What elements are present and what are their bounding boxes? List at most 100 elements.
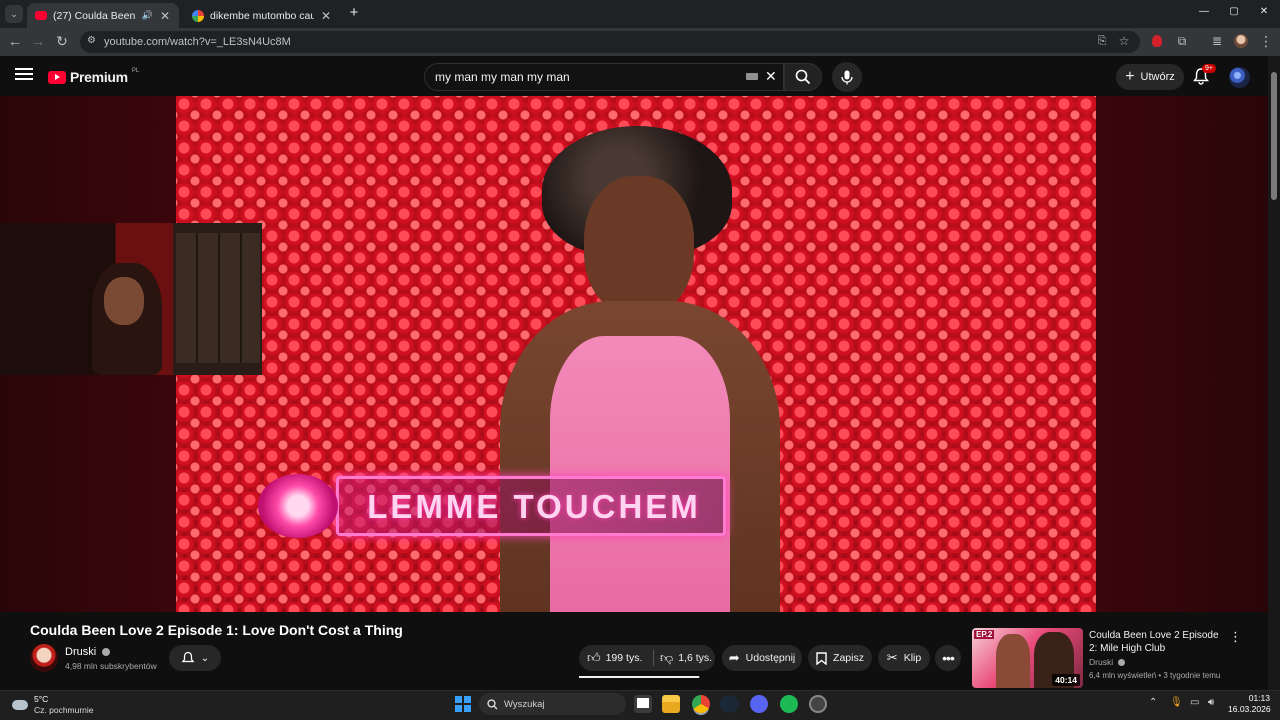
- episode-badge: EP.2: [974, 630, 995, 639]
- file-explorer-icon[interactable]: [662, 695, 680, 713]
- youtube-premium-logo[interactable]: Premium PL: [48, 68, 139, 86]
- recommendation-channel[interactable]: Druski: [1089, 657, 1126, 667]
- more-actions-button[interactable]: •••: [935, 645, 961, 671]
- recording-app-icon[interactable]: [809, 695, 827, 713]
- account-avatar[interactable]: [1229, 67, 1250, 88]
- microphone-icon: [841, 70, 853, 84]
- steam-icon[interactable]: [720, 695, 738, 713]
- notifications-bell-icon[interactable]: 9+: [1192, 64, 1216, 85]
- profile-avatar[interactable]: [1230, 30, 1252, 52]
- extension-red-icon[interactable]: [1146, 30, 1168, 52]
- browser-menu-icon[interactable]: ⋮: [1255, 30, 1277, 52]
- discord-icon[interactable]: [750, 695, 768, 713]
- forward-arrow-icon[interactable]: →: [27, 30, 49, 52]
- clock[interactable]: 01:13 16.03.2026: [1228, 693, 1271, 715]
- video-duration: 40:14: [1052, 674, 1080, 686]
- speaker-icon[interactable]: 🔊: [142, 10, 153, 21]
- search-button[interactable]: [784, 63, 822, 91]
- verified-badge-icon: [102, 648, 111, 657]
- microphone-tray-icon[interactable]: 🎙︎: [1170, 697, 1183, 708]
- taskbar-search-placeholder: Wyszukaj: [504, 698, 545, 710]
- url-text: youtube.com/watch?v=_LE3sN4Uc8M: [104, 36, 291, 48]
- weather-temp: 5°C: [34, 694, 49, 704]
- close-window-button[interactable]: ✕: [1256, 6, 1272, 17]
- like-ratio-bar: [579, 676, 700, 678]
- search-icon: [487, 698, 498, 709]
- page-scrollbar-thumb[interactable]: [1271, 72, 1277, 200]
- recommendation-meta: 6,4 mln wyświetleń • 3 tygodnie temu: [1089, 671, 1221, 680]
- tab-youtube-video[interactable]: (27) Coulda Been Love 2 Ep 🔊 ✕: [27, 3, 179, 28]
- scissors-icon: ✂: [886, 650, 898, 665]
- share-button[interactable]: ➦ Udostępnij: [722, 645, 802, 671]
- plus-icon: +: [1125, 68, 1135, 85]
- recommendation-title[interactable]: Coulda Been Love 2 Episode 2: Mile High …: [1089, 629, 1229, 655]
- tray-overflow-chevron-icon[interactable]: ⌃: [1149, 697, 1157, 708]
- logo-region: PL: [131, 68, 140, 74]
- save-label: Zapisz: [833, 652, 864, 664]
- cloud-weather-icon: [12, 700, 28, 710]
- create-label: Utwórz: [1140, 71, 1175, 83]
- webcam-overlay: [0, 223, 262, 375]
- google-favicon-icon: [192, 9, 204, 22]
- like-divider: [653, 650, 654, 666]
- cast-install-icon[interactable]: ⎘: [1091, 30, 1113, 52]
- like-dislike-group: 👍︎ 199 tys. 👎︎ 1,6 tys.: [579, 645, 715, 671]
- subscribed-notifications-button[interactable]: ⌄: [169, 645, 221, 671]
- share-label: Udostępnij: [745, 652, 796, 664]
- heart-arrow-logo-icon: [258, 474, 338, 538]
- verified-badge-icon: [1118, 659, 1126, 667]
- bell-icon: [181, 651, 195, 663]
- clip-button[interactable]: ✂ Klip: [878, 645, 930, 671]
- site-info-icon[interactable]: ⚙: [87, 35, 96, 46]
- like-count: 199 tys.: [605, 652, 643, 664]
- search-icon: [795, 69, 811, 85]
- chrome-icon[interactable]: [692, 695, 710, 713]
- bookmark-star-icon[interactable]: ☆: [1113, 30, 1135, 52]
- tab-close-icon[interactable]: ✕: [159, 9, 171, 23]
- like-button[interactable]: 👍︎ 199 tys.: [587, 650, 653, 666]
- thumbs-down-icon: 👎︎: [660, 650, 674, 665]
- tab-title: (27) Coulda Been Love 2 Ep: [53, 9, 136, 22]
- voice-search-button[interactable]: [832, 62, 862, 92]
- back-arrow-icon[interactable]: ←: [4, 30, 26, 52]
- guide-menu-icon[interactable]: [15, 68, 33, 80]
- logo-text: Premium: [70, 69, 128, 85]
- volume-tray-icon[interactable]: 🔊︎: [1208, 697, 1214, 708]
- save-button[interactable]: Zapisz: [808, 645, 872, 671]
- clear-search-icon[interactable]: ✕: [765, 68, 777, 85]
- create-button[interactable]: + Utwórz: [1116, 64, 1184, 90]
- maximize-button[interactable]: ▢: [1226, 6, 1242, 17]
- recommendation-menu-icon[interactable]: ⋮: [1229, 629, 1242, 645]
- weather-widget[interactable]: 5°C Cz. pochmurnie: [12, 692, 94, 718]
- reading-list-icon[interactable]: ≣: [1206, 30, 1228, 52]
- new-tab-button[interactable]: +: [345, 4, 363, 22]
- dislike-button[interactable]: 👎︎ 1,6 tys.: [660, 650, 712, 666]
- notification-badge: 9+: [1202, 64, 1216, 73]
- extensions-puzzle-icon[interactable]: ⧉: [1171, 30, 1193, 52]
- channel-name[interactable]: Druski: [65, 646, 111, 658]
- spotify-icon[interactable]: [780, 695, 798, 713]
- chevron-down-icon: ⌄: [200, 652, 210, 664]
- recommendation-thumbnail[interactable]: EP.2 40:14: [972, 628, 1083, 688]
- task-view-icon[interactable]: [634, 695, 652, 713]
- windows-start-icon[interactable]: [455, 696, 471, 712]
- search-value: my man my man my man: [435, 70, 570, 84]
- banner-text: LEMME TOUCHEM: [367, 488, 701, 525]
- tab-google-search[interactable]: dikembe mutombo cause of de ✕: [184, 3, 340, 28]
- network-tray-icon[interactable]: ▭: [1190, 697, 1199, 708]
- minimize-button[interactable]: —: [1196, 6, 1212, 17]
- dislike-count: 1,6 tys.: [678, 652, 713, 664]
- youtube-favicon-icon: [35, 11, 47, 20]
- tab-search-button[interactable]: ⌄: [5, 5, 23, 23]
- clip-label: Klip: [903, 652, 922, 664]
- search-input[interactable]: my man my man my man ✕: [424, 63, 784, 91]
- video-caption-banner: LEMME TOUCHEM: [248, 474, 728, 538]
- weather-desc: Cz. pochmurnie: [34, 705, 94, 715]
- keyboard-icon[interactable]: [746, 73, 758, 80]
- address-bar[interactable]: ⚙ youtube.com/watch?v=_LE3sN4Uc8M: [80, 31, 1140, 53]
- taskbar-search[interactable]: Wyszukaj: [479, 693, 626, 715]
- tab-close-icon[interactable]: ✕: [320, 9, 332, 23]
- channel-avatar[interactable]: [30, 644, 58, 672]
- video-player[interactable]: LEMME TOUCHEM: [176, 96, 1096, 612]
- reload-icon[interactable]: ↻: [51, 30, 73, 52]
